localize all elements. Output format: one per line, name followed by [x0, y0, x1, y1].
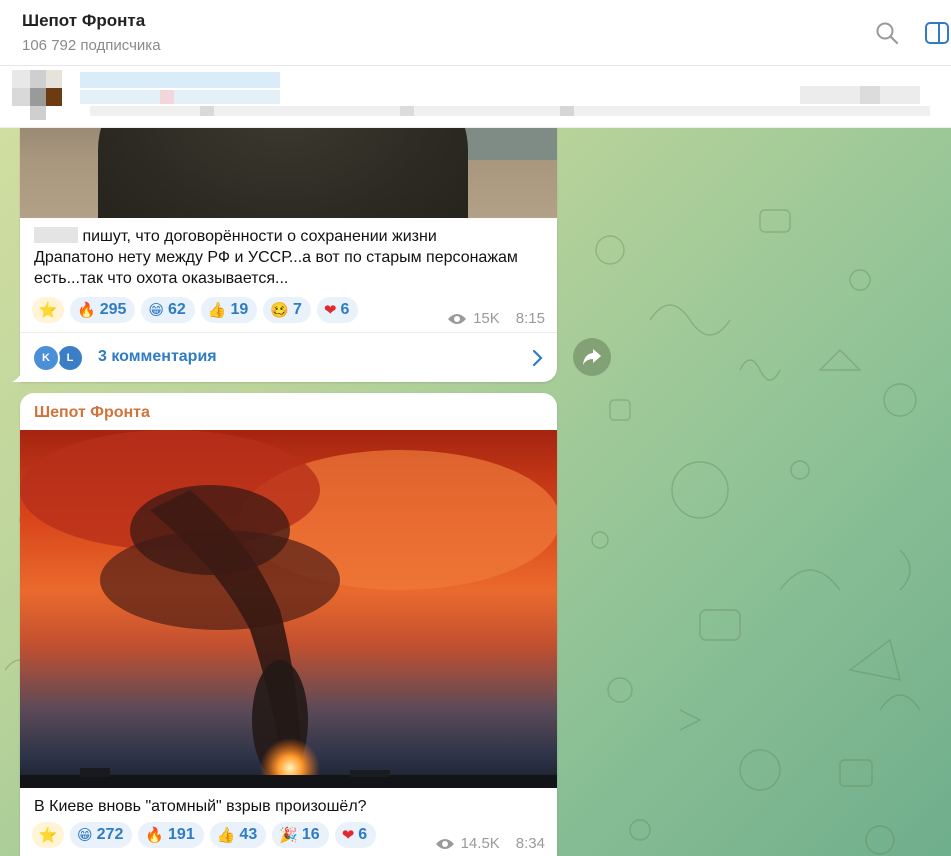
reaction-star[interactable]: ⭐ [32, 822, 64, 848]
message-time: 8:15 [515, 310, 545, 327]
message-bubble[interactable]: Шепот Фронта В Киеве вновь "атомный" взр… [20, 393, 557, 856]
view-count: 15K [473, 310, 500, 327]
views-icon [435, 838, 454, 849]
reaction-star[interactable]: ⭐ [32, 297, 64, 323]
pinned-message-bar[interactable] [0, 66, 951, 128]
message-photo[interactable] [20, 430, 557, 788]
explosion-image [20, 430, 557, 788]
message-time: 8:34 [515, 835, 545, 852]
reaction-thumbs-up[interactable]: 👍 19 [200, 297, 258, 323]
comments-label[interactable]: 3 комментария [98, 348, 217, 366]
reactions-bar: ⭐ 🔥 295 😁 62 👍 19 🥴 7 ❤ 6 [32, 297, 359, 323]
reaction-party[interactable]: 🎉 16 [272, 822, 329, 848]
side-panel-icon[interactable] [924, 20, 950, 46]
reaction-thumbs-up[interactable]: 👍 43 [209, 822, 267, 848]
reaction-woozy[interactable]: 🥴 7 [263, 297, 311, 323]
message-meta: 15K 8:15 [447, 310, 545, 327]
channel-title[interactable]: Шепот Фронта [22, 11, 145, 31]
message-text: В Киеве вновь "атомный" взрыв произошёл? [34, 798, 367, 815]
chevron-right-icon[interactable] [531, 349, 543, 367]
avatar: L [56, 344, 84, 372]
avatar: K [32, 344, 60, 372]
forward-icon [583, 349, 601, 365]
message-bubble[interactable]: пишут, что договорённости о сохранении ж… [12, 100, 557, 382]
comments-link[interactable]: K L 3 комментария [20, 332, 557, 382]
chat-header: Шепот Фронта 106 792 подписчика [0, 0, 951, 66]
reaction-fire[interactable]: 🔥 295 [70, 297, 136, 323]
reaction-heart[interactable]: ❤ 6 [334, 822, 377, 848]
reaction-heart[interactable]: ❤ 6 [316, 297, 359, 323]
message-meta: 14.5K 8:34 [435, 835, 545, 852]
views-icon [448, 313, 467, 324]
forward-button[interactable] [573, 338, 611, 376]
message-author[interactable]: Шепот Фронта [34, 404, 150, 422]
subscriber-count: 106 792 подписчика [22, 37, 161, 54]
search-icon[interactable] [874, 20, 900, 46]
reaction-grin[interactable]: 😁 272 [70, 822, 133, 848]
view-count: 14.5K [460, 835, 500, 852]
reaction-fire[interactable]: 🔥 191 [138, 822, 204, 848]
redacted-text [34, 227, 78, 243]
message-text: пишут, что договорённости о сохранении ж… [34, 227, 518, 287]
reactions-bar: ⭐ 😁 272 🔥 191 👍 43 🎉 16 ❤ 6 [32, 822, 377, 848]
reaction-grin[interactable]: 😁 62 [141, 297, 195, 323]
